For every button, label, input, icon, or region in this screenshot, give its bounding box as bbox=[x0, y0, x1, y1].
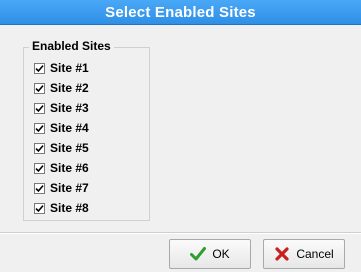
checkbox-checked-icon[interactable] bbox=[34, 202, 45, 214]
site-checkbox-8[interactable]: Site #8 bbox=[34, 199, 89, 217]
window-title: Select Enabled Sites bbox=[105, 3, 256, 21]
site-checkbox-1[interactable]: Site #1 bbox=[34, 59, 89, 77]
checkbox-checked-icon[interactable] bbox=[34, 82, 45, 94]
footer-divider bbox=[0, 232, 361, 234]
check-icon bbox=[190, 247, 207, 261]
site-checkbox-4[interactable]: Site #4 bbox=[34, 119, 89, 137]
site-label: Site #6 bbox=[50, 161, 89, 175]
checkbox-checked-icon[interactable] bbox=[34, 142, 45, 154]
x-icon bbox=[275, 247, 289, 261]
site-checkbox-5[interactable]: Site #5 bbox=[34, 139, 89, 157]
ok-button-label: OK bbox=[212, 247, 230, 261]
site-checkbox-7[interactable]: Site #7 bbox=[34, 179, 89, 197]
checkbox-checked-icon[interactable] bbox=[34, 102, 45, 114]
site-checkbox-3[interactable]: Site #3 bbox=[34, 99, 89, 117]
group-title: Enabled Sites bbox=[29, 39, 114, 53]
ok-button[interactable]: OK bbox=[169, 239, 251, 269]
site-label: Site #5 bbox=[50, 141, 89, 155]
site-checkbox-6[interactable]: Site #6 bbox=[34, 159, 89, 177]
site-checkbox-2[interactable]: Site #2 bbox=[34, 79, 89, 97]
site-label: Site #3 bbox=[50, 101, 89, 115]
cancel-button[interactable]: Cancel bbox=[263, 239, 345, 269]
site-label: Site #8 bbox=[50, 201, 89, 215]
checkbox-checked-icon[interactable] bbox=[34, 182, 45, 194]
site-label: Site #4 bbox=[50, 121, 89, 135]
site-label: Site #7 bbox=[50, 181, 89, 195]
window-title-bar: Select Enabled Sites bbox=[0, 0, 361, 25]
site-label: Site #2 bbox=[50, 81, 89, 95]
checkbox-checked-icon[interactable] bbox=[34, 62, 45, 74]
checkbox-checked-icon[interactable] bbox=[34, 122, 45, 134]
cancel-button-label: Cancel bbox=[296, 247, 334, 261]
site-label: Site #1 bbox=[50, 61, 89, 75]
checkbox-checked-icon[interactable] bbox=[34, 162, 45, 174]
